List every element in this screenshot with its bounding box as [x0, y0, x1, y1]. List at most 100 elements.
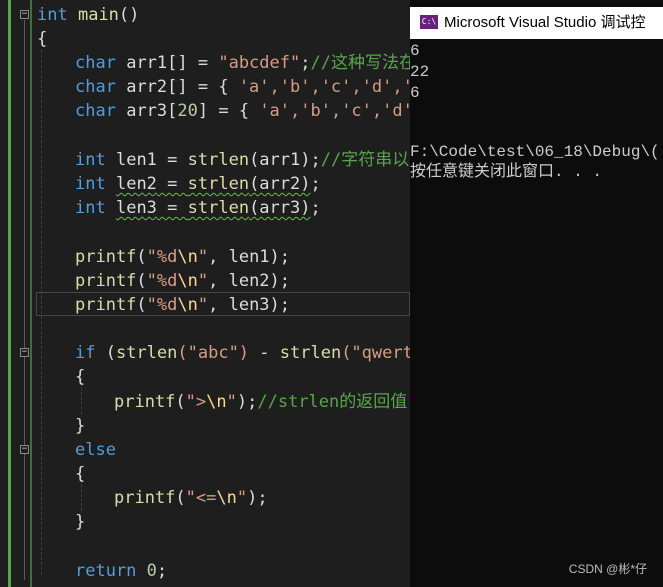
string-token: ">: [185, 392, 207, 412]
change-indicator-bar: [8, 0, 11, 587]
string-token: ": [197, 271, 209, 291]
keyword-token: int: [37, 5, 68, 25]
console-output-line: 22: [410, 63, 430, 81]
keyword-token: else: [75, 440, 116, 460]
collapse-icon[interactable]: −: [20, 445, 29, 454]
code-token: ;: [300, 53, 311, 73]
function-name: printf: [114, 488, 176, 508]
code-token: (: [175, 488, 186, 508]
code-token: -: [249, 343, 280, 363]
number-token: 20: [177, 101, 198, 121]
code-token: (: [136, 271, 147, 291]
code-line[interactable]: {: [75, 365, 85, 389]
code-token: (: [136, 247, 147, 267]
escape-token: \n: [177, 295, 198, 315]
code-line[interactable]: printf("%d\n", len2);: [75, 269, 290, 293]
comment-token: //strlen的返回值: [257, 392, 408, 412]
brace-token: {: [37, 29, 48, 49]
keyword-token: char: [75, 101, 116, 121]
function-name: printf: [75, 271, 137, 291]
code-token: );: [236, 392, 258, 412]
code-token: =: [156, 150, 188, 170]
code-token: (arr2): [249, 174, 311, 194]
code-token: ;: [310, 198, 321, 218]
brace-token: }: [75, 512, 86, 532]
change-indicator-bar: [30, 0, 32, 587]
code-line[interactable]: return 0;: [75, 559, 167, 583]
code-line[interactable]: char arr2[] = { 'a','b','c','d','e: [75, 75, 410, 99]
function-name: printf: [75, 247, 137, 267]
identifier-token: arr2: [126, 77, 168, 97]
code-line[interactable]: printf("<=\n");: [114, 486, 268, 510]
code-line[interactable]: printf("%d\n", len3);: [75, 293, 290, 317]
code-line[interactable]: }: [75, 510, 85, 534]
brace-token: {: [75, 464, 86, 484]
code-editor[interactable]: − − − int main() { char arr1[] = "abcdef…: [0, 0, 410, 587]
code-line[interactable]: int len1 = strlen(arr1);//字符串以: [75, 148, 409, 172]
code-line[interactable]: int len3 = strlen(arr3);: [75, 196, 321, 220]
code-token: , len1);: [208, 247, 291, 267]
code-line[interactable]: int main(): [37, 3, 139, 27]
code-token: =: [156, 198, 188, 218]
watermark: CSDN @彬*仔: [568, 562, 647, 576]
number-token: 0: [146, 561, 157, 581]
string-token: ("qwerty: [341, 343, 410, 363]
code-token: (arr3): [249, 198, 311, 218]
brace-token: }: [75, 416, 86, 436]
code-line[interactable]: }: [75, 414, 85, 438]
identifier-token: arr1: [126, 53, 168, 73]
keyword-token: char: [75, 77, 116, 97]
keyword-token: char: [75, 53, 116, 73]
code-line[interactable]: {: [75, 462, 85, 486]
keyword-token: int: [75, 174, 106, 194]
code-line[interactable]: else: [75, 438, 116, 462]
code-token: );: [247, 488, 268, 508]
escape-token: \n: [177, 247, 198, 267]
code-line[interactable]: char arr1[] = "abcdef";//这种写法在: [75, 51, 410, 75]
code-line[interactable]: {: [37, 27, 47, 51]
keyword-token: int: [75, 150, 106, 170]
code-line[interactable]: printf("%d\n", len1);: [75, 245, 290, 269]
keyword-token: int: [75, 198, 106, 218]
function-name: main: [77, 5, 119, 25]
console-output-line: 6: [410, 84, 420, 102]
console-title-bar[interactable]: C:\ Microsoft Visual Studio 调试控: [410, 7, 663, 39]
function-name: strlen: [279, 343, 342, 363]
code-token: , len2);: [208, 271, 291, 291]
string-token: "%d: [146, 247, 178, 267]
code-line[interactable]: if (strlen("abc") - strlen("qwerty: [75, 341, 410, 365]
function-name: printf: [75, 295, 137, 315]
code-token: [] =: [167, 53, 219, 73]
code-line[interactable]: char arr3[20] = { 'a','b','c','d',>: [75, 99, 410, 123]
code-line[interactable]: int len2 = strlen(arr2);: [75, 172, 321, 196]
console-app-icon: C:\: [420, 15, 438, 29]
comment-token: //这种写法在: [310, 53, 410, 73]
collapse-icon[interactable]: −: [20, 10, 29, 19]
escape-token: \n: [177, 271, 198, 291]
code-token: =: [156, 174, 188, 194]
code-line[interactable]: printf(">\n");//strlen的返回值: [114, 390, 407, 414]
function-name: strlen: [187, 150, 250, 170]
string-token: "%d: [146, 271, 178, 291]
string-token: 'a','b','c','d','e: [238, 77, 410, 97]
code-token: , len3);: [208, 295, 291, 315]
console-title: Microsoft Visual Studio 调试控: [444, 14, 646, 31]
code-token: [] = {: [167, 77, 239, 97]
function-name: strlen: [187, 198, 250, 218]
identifier-token: len2: [115, 174, 157, 194]
debug-console-window[interactable]: C:\ Microsoft Visual Studio 调试控 6 22 6 F…: [410, 0, 663, 587]
function-name: printf: [114, 392, 176, 412]
code-token: ;: [156, 561, 168, 581]
code-token: (: [175, 392, 186, 412]
code-token: ;: [310, 174, 321, 194]
code-token: (: [136, 295, 147, 315]
code-token: ] = {: [197, 101, 260, 121]
string-token: ": [226, 392, 237, 412]
string-token: 'a','b','c','d',: [259, 101, 410, 121]
string-token: ("abc"): [177, 343, 250, 363]
fold-guide-line: [24, 20, 25, 580]
string-token: ": [197, 247, 209, 267]
collapse-icon[interactable]: −: [20, 348, 29, 357]
string-token: "<=: [185, 488, 217, 508]
escape-token: \n: [216, 488, 237, 508]
